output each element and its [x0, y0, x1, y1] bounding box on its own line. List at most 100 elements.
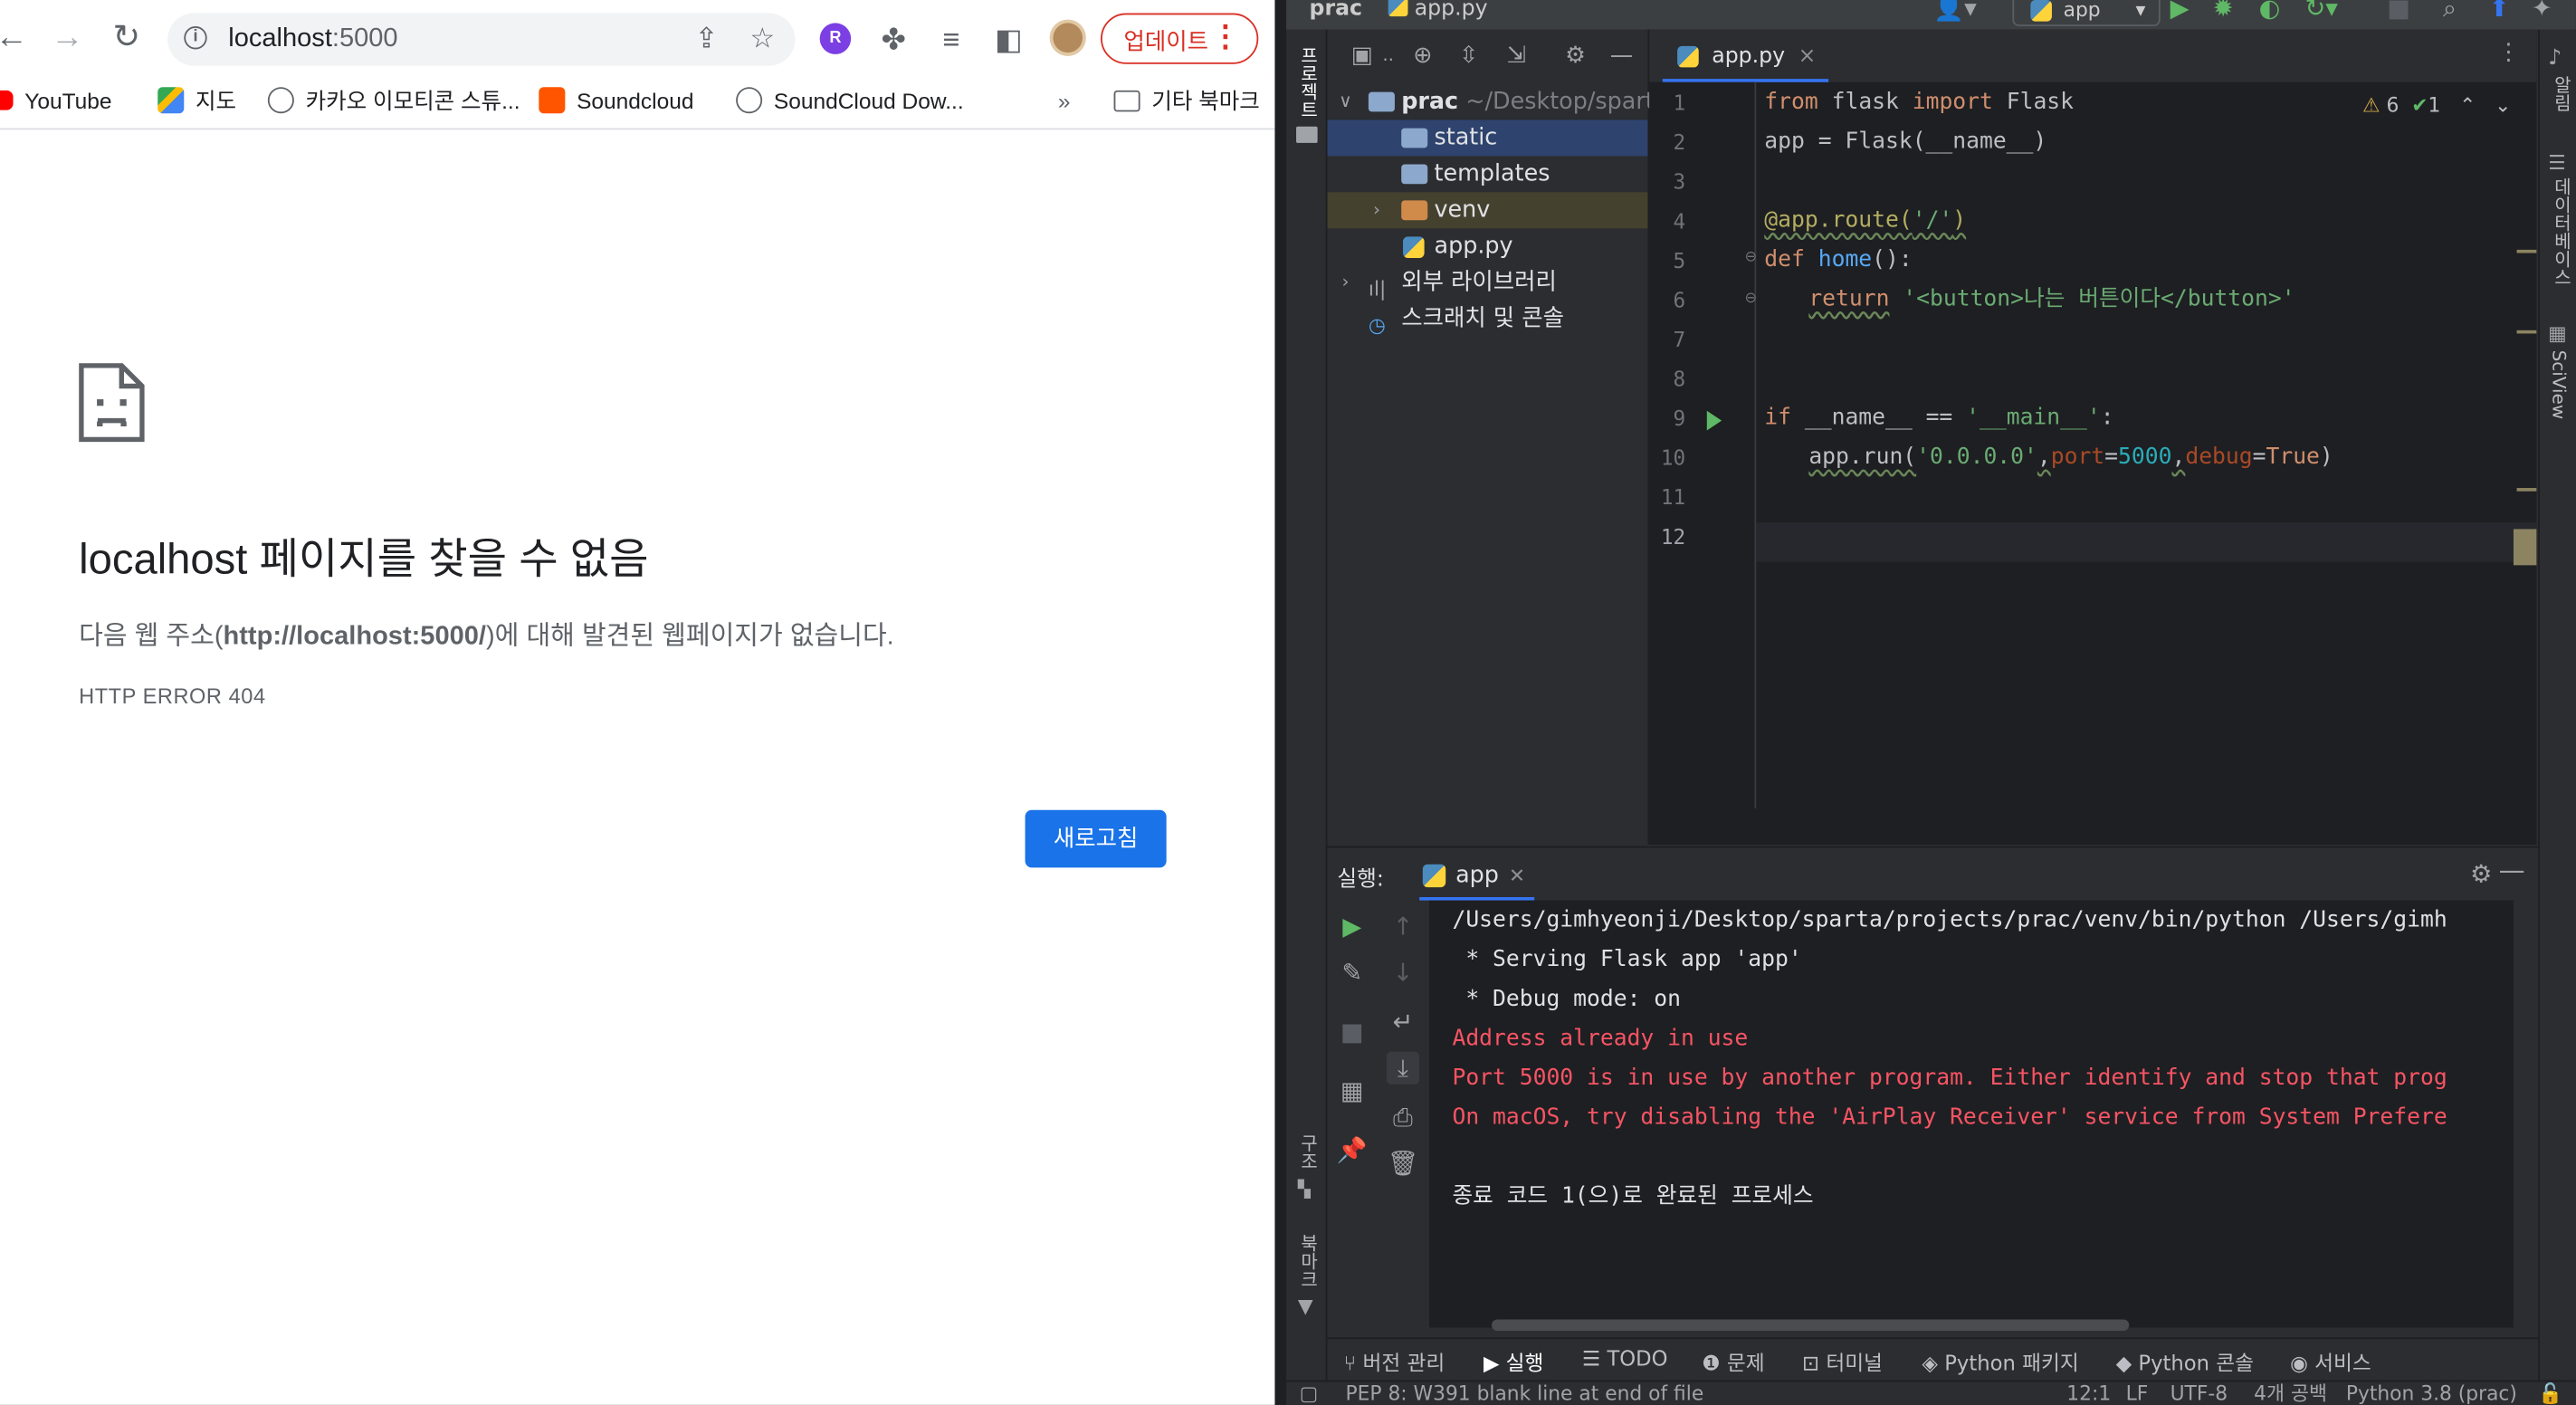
chevron-up-icon[interactable]: ⌃: [2459, 93, 2476, 116]
site-info-icon[interactable]: i: [184, 26, 207, 50]
extension-icon[interactable]: R: [819, 23, 852, 54]
forward-arrow-icon[interactable]: →: [46, 16, 89, 59]
tab-run[interactable]: ▶ 실행: [1484, 1345, 1543, 1376]
bookmark-kakao-emoticon[interactable]: 카카오 이모티콘 스튜...: [267, 82, 520, 122]
run-gutter-icon[interactable]: [1706, 410, 1722, 431]
tree-item-templates[interactable]: templates: [1328, 156, 1648, 192]
lock-icon[interactable]: 🔓: [2538, 1381, 2562, 1404]
layout-icon[interactable]: ▦: [1336, 1075, 1369, 1107]
wrench-icon[interactable]: ✎: [1336, 956, 1369, 989]
share-icon[interactable]: ⇪: [690, 23, 722, 55]
folder-icon[interactable]: [1296, 126, 1318, 143]
stripe-structure[interactable]: 구조: [1294, 1133, 1321, 1170]
run-config-select[interactable]: app ▾: [2012, 0, 2161, 27]
bookmark-soundcloud-downloader[interactable]: SoundCloud Dow...: [736, 82, 964, 122]
fold-icon[interactable]: ⊖: [1745, 250, 1758, 266]
status-toggle-icon[interactable]: ▢: [1300, 1381, 1319, 1404]
stripe-bookmarks[interactable]: 북마크: [1294, 1234, 1321, 1288]
run-tab-app[interactable]: app ✕: [1419, 848, 1535, 901]
code-content[interactable]: from flask import Flask app = Flask(__na…: [1764, 82, 2520, 808]
warning-marker[interactable]: [2516, 330, 2537, 334]
gear-icon[interactable]: ⚙: [1560, 41, 1590, 71]
tab-version-control[interactable]: ⑂ 버전 관리: [1344, 1345, 1445, 1376]
coverage-icon[interactable]: ◐: [2259, 0, 2281, 23]
bookmark-soundcloud[interactable]: Soundcloud: [539, 82, 693, 122]
stripe-notifications[interactable]: 알림: [2548, 75, 2574, 111]
tab-app-py[interactable]: app.py ×: [1662, 30, 1829, 82]
update-arrow-icon[interactable]: ⬆: [2489, 0, 2510, 23]
status-indent[interactable]: 4개 공백: [2254, 1381, 2327, 1404]
tab-python-packages[interactable]: ◈ Python 패키지: [1922, 1345, 2079, 1376]
collapse-all-icon[interactable]: ⇲: [1502, 41, 1531, 71]
soft-wrap-icon[interactable]: ↵: [1387, 1006, 1419, 1038]
fold-end-icon[interactable]: ⊖: [1745, 291, 1758, 307]
tree-item-venv[interactable]: › venv: [1327, 192, 1648, 229]
console-scrollbar[interactable]: [1492, 1319, 2130, 1332]
arrow-down-icon[interactable]: ↓: [1387, 956, 1419, 989]
pin-icon[interactable]: 📌: [1336, 1133, 1369, 1166]
more-vertical-icon[interactable]: ⋮: [2497, 40, 2520, 66]
minimize-icon[interactable]: —: [2499, 855, 2525, 885]
close-icon[interactable]: ×: [1798, 44, 1817, 69]
profile-avatar[interactable]: [1049, 19, 1086, 56]
status-position[interactable]: 12:1: [2066, 1381, 2111, 1404]
locate-icon[interactable]: ⊕: [1407, 41, 1437, 71]
stop-icon[interactable]: ■: [1336, 1016, 1369, 1048]
profile-run-icon[interactable]: ↻▾: [2304, 0, 2337, 23]
close-icon[interactable]: ✕: [1509, 865, 1525, 887]
tree-item-static[interactable]: static: [1327, 119, 1648, 157]
hide-icon[interactable]: —: [1607, 41, 1636, 71]
project-view-dots[interactable]: ..: [1373, 41, 1403, 71]
status-line-separator[interactable]: LF: [2126, 1381, 2149, 1404]
other-bookmarks[interactable]: 기타 북마크: [1113, 82, 1260, 122]
status-encoding[interactable]: UTF-8: [2171, 1381, 2228, 1404]
extensions-puzzle-icon[interactable]: ✤: [874, 20, 914, 60]
bookmark-youtube[interactable]: YouTube: [0, 82, 112, 122]
address-bar-url[interactable]: localhost:5000: [228, 24, 397, 54]
update-button[interactable]: 업데이트 ⋮: [1101, 13, 1259, 64]
title-project[interactable]: prac: [1310, 0, 1362, 22]
print-icon[interactable]: ⎙: [1387, 1101, 1419, 1133]
back-arrow-icon[interactable]: ←: [0, 16, 33, 59]
debug-icon[interactable]: ✹: [2213, 0, 2234, 23]
side-panel-icon[interactable]: ◧: [989, 20, 1029, 60]
tab-services[interactable]: ◉ 서비스: [2290, 1345, 2371, 1376]
status-interpreter[interactable]: Python 3.8 (prac): [2346, 1381, 2517, 1404]
reload-icon[interactable]: ↻: [105, 16, 148, 59]
address-bar[interactable]: i localhost:5000 ⇪ ☆: [167, 13, 796, 66]
stripe-sciview[interactable]: SciView: [2548, 350, 2570, 420]
scroll-to-end-icon[interactable]: ⤓: [1386, 1051, 1420, 1085]
tab-problems[interactable]: ❶ 문제: [1702, 1345, 1764, 1376]
tree-item-scratches[interactable]: ◷ 스크래치 및 콘솔: [1328, 301, 1648, 337]
tree-root[interactable]: ∨ prac ~/Desktop/sparta: [1328, 84, 1668, 120]
search-icon[interactable]: ⌕: [2443, 0, 2457, 23]
stripe-database[interactable]: 데이터베이스: [2548, 177, 2574, 286]
trash-icon[interactable]: 🗑: [1387, 1147, 1419, 1180]
inspection-widget[interactable]: ⚠ 6 ✔1 ⌃ ⌄: [2362, 93, 2511, 116]
bookmark-maps[interactable]: 지도: [157, 82, 236, 122]
gear-icon[interactable]: ⚙: [2470, 859, 2492, 889]
warning-marker[interactable]: [2516, 249, 2537, 253]
tab-todo[interactable]: ☰ TODO: [1582, 1345, 1668, 1370]
expand-all-icon[interactable]: ⇳: [1454, 41, 1484, 71]
settings-icon[interactable]: ✦: [2532, 0, 2552, 23]
title-file[interactable]: app.py: [1388, 0, 1488, 22]
bookmarks-overflow[interactable]: »: [1058, 82, 1071, 122]
stop-icon[interactable]: ■: [2387, 0, 2410, 23]
run-icon[interactable]: ▶: [2171, 0, 2190, 23]
tab-terminal[interactable]: ⊡ 터미널: [1802, 1345, 1883, 1376]
rerun-icon[interactable]: ▶: [1336, 911, 1369, 943]
chevron-down-icon[interactable]: ⌄: [2495, 93, 2511, 116]
vcs-user-icon[interactable]: 👤▾: [1933, 0, 1977, 23]
project-view-icon[interactable]: ▣: [1347, 41, 1377, 71]
status-message[interactable]: PEP 8: W391 blank line at end of file: [1345, 1381, 1703, 1404]
tree-item-app-py[interactable]: app.py: [1328, 228, 1648, 264]
stripe-project[interactable]: 프로젝트: [1294, 46, 1321, 119]
media-control-icon[interactable]: ≡: [931, 20, 971, 60]
tree-item-external-libraries[interactable]: › ıl| 외부 라이브러리: [1328, 264, 1648, 301]
run-console[interactable]: /Users/gimhyeonji/Desktop/sparta/project…: [1429, 900, 2514, 1328]
reload-button[interactable]: 새로고침: [1025, 809, 1167, 868]
warning-marker[interactable]: [2513, 529, 2537, 566]
bookmark-star-icon[interactable]: ☆: [746, 23, 778, 55]
bell-icon[interactable]: ♪: [2548, 46, 2562, 71]
